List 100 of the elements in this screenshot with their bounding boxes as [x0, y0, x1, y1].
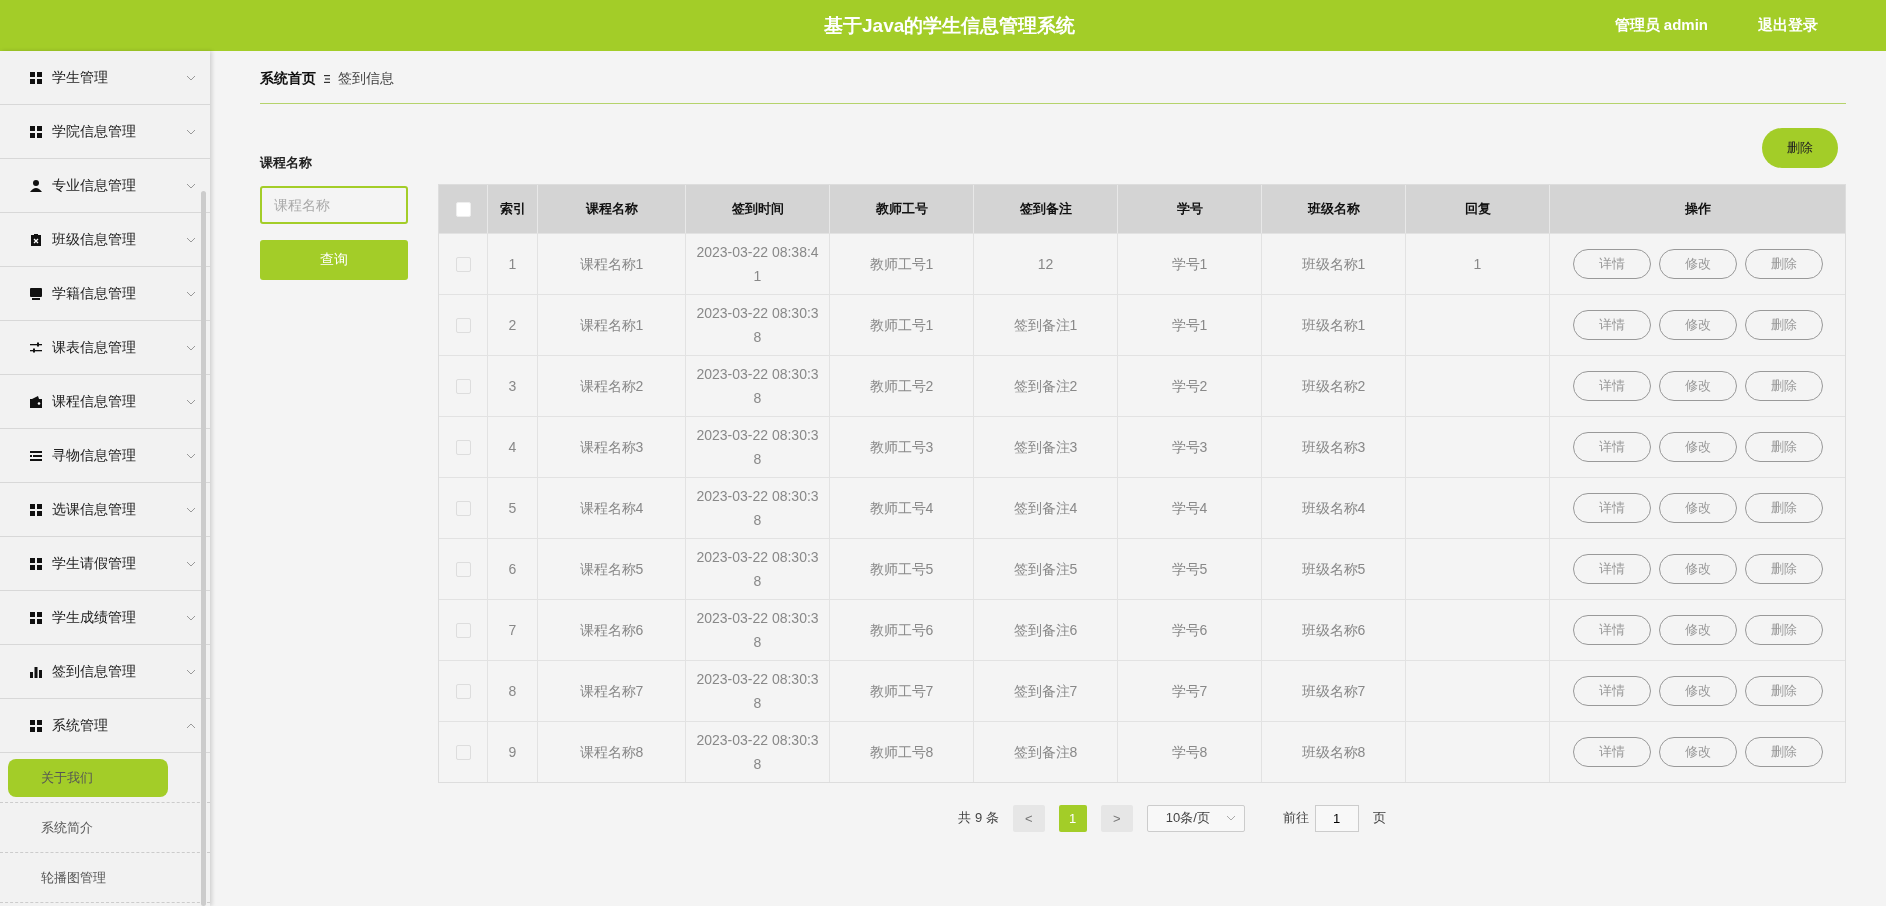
table-cell-text: 教师工号7 [869, 682, 934, 701]
row-action-button[interactable]: 详情 [1572, 554, 1651, 584]
person-icon [29, 178, 43, 193]
search-field[interactable]: 课程名称 [260, 186, 408, 224]
chevron-icon [186, 506, 196, 513]
submenu-item[interactable]: 轮播图管理 [8, 858, 168, 897]
table-cell-text: 班级名称2 [1301, 377, 1366, 396]
table-cell-text: 签到备注2 [1013, 377, 1078, 396]
table-cell-text: 2023-03-22 08:30:38 [696, 609, 819, 652]
row-action-button[interactable]: 删除 [1744, 554, 1823, 584]
table-cell-text: 2023-03-22 08:30:38 [696, 487, 819, 530]
row-action-button[interactable]: 修改 [1658, 493, 1737, 523]
wallet-icon [29, 394, 43, 409]
page-unit-label: 页 [1372, 809, 1386, 827]
row-action-button[interactable]: 详情 [1572, 432, 1651, 462]
row-action-button[interactable]: 修改 [1658, 737, 1737, 767]
row-action-button[interactable]: 详情 [1572, 676, 1651, 706]
column-header: 操作 [1684, 200, 1711, 218]
row-action-button[interactable]: 删除 [1744, 676, 1823, 706]
submenu-item[interactable]: 关于我们 [8, 758, 168, 797]
submenu-item[interactable]: 系统简介 [8, 808, 168, 847]
separator-icon [324, 74, 330, 84]
row-action-button[interactable]: 删除 [1744, 615, 1823, 645]
row-action-button[interactable]: 详情 [1572, 310, 1651, 340]
chevron-icon [186, 74, 196, 81]
row-action-button[interactable]: 修改 [1658, 371, 1737, 401]
page-size-select[interactable]: 10条/页 [1146, 804, 1245, 832]
page-input[interactable]: 1 [1314, 804, 1359, 832]
row-action-button[interactable]: 详情 [1572, 737, 1651, 767]
row-action-button[interactable]: 修改 [1658, 432, 1737, 462]
column-header: 签到备注 [1019, 200, 1072, 218]
column-header: 班级名称 [1307, 200, 1360, 218]
table-cell-text: 课程名称4 [579, 499, 644, 518]
grid-icon [29, 502, 43, 517]
row-action-button[interactable]: 详情 [1572, 371, 1651, 401]
sliders-icon [29, 340, 43, 355]
table-cell-text: 12 [1037, 255, 1054, 274]
chevron-icon [186, 290, 196, 297]
table-cell-text: 班级名称1 [1301, 255, 1366, 274]
table-cell-text: 课程名称2 [579, 377, 644, 396]
row-action-button[interactable]: 修改 [1658, 249, 1737, 279]
menu-item[interactable]: 学生管理 [0, 51, 210, 105]
search-button[interactable]: 查询 [260, 240, 408, 280]
table-cell-text: 教师工号1 [869, 316, 934, 335]
table-cell-text: 班级名称3 [1301, 438, 1366, 457]
row-action-button[interactable]: 详情 [1572, 493, 1651, 523]
row-action-button[interactable]: 修改 [1658, 676, 1737, 706]
breadcrumb-link[interactable]: 签到信息 [338, 70, 394, 88]
chevron-icon [186, 344, 196, 351]
next-page-button[interactable]: > [1100, 804, 1133, 832]
prev-page-button[interactable]: < [1012, 804, 1045, 832]
logout-link[interactable]: 退出登录 [1758, 16, 1818, 35]
chevron-icon [186, 452, 196, 459]
delete-button[interactable]: 删除 [1762, 128, 1838, 168]
column-header: 索引 [499, 200, 526, 218]
table-cell-text: 签到备注4 [1013, 499, 1078, 518]
table-cell-text: 课程名称5 [579, 560, 644, 579]
table-cell-text: 学号3 [1171, 438, 1208, 457]
column-header: 课程名称 [585, 200, 638, 218]
table-cell-text: 4 [508, 438, 517, 457]
table-cell-text: 签到备注7 [1013, 682, 1078, 701]
menu-item[interactable]: 学院信息管理 [0, 105, 210, 159]
breadcrumb-link[interactable]: 系统首页 [260, 70, 316, 88]
chevron-icon [186, 668, 196, 675]
table-cell-text: 2023-03-22 08:30:38 [696, 670, 819, 713]
table-cell-text: 1 [508, 255, 517, 274]
scroll-bar[interactable] [201, 191, 206, 906]
table-cell-text: 班级名称6 [1301, 621, 1366, 640]
row-action-button[interactable]: 详情 [1572, 615, 1651, 645]
row-action-button[interactable]: 删除 [1744, 493, 1823, 523]
table-cell-text: 班级名称8 [1301, 743, 1366, 762]
row-action-button[interactable]: 修改 [1658, 554, 1737, 584]
list-icon [29, 448, 43, 463]
table-cell-text: 班级名称7 [1301, 682, 1366, 701]
table-cell-text: 签到备注8 [1013, 743, 1078, 762]
table-cell-text: 教师工号6 [869, 621, 934, 640]
table-cell-text: 学号1 [1171, 255, 1208, 274]
table-cell-text: 教师工号2 [869, 377, 934, 396]
table-cell-text: 2 [508, 316, 517, 335]
bar-chart-icon [29, 664, 43, 679]
row-action-button[interactable]: 删除 [1744, 249, 1823, 279]
column-header: 回复 [1464, 200, 1491, 218]
row-action-button[interactable]: 删除 [1744, 737, 1823, 767]
row-action-button[interactable]: 删除 [1744, 310, 1823, 340]
row-action-button[interactable]: 修改 [1658, 310, 1737, 340]
chevron-icon [186, 182, 196, 189]
row-action-button[interactable]: 详情 [1572, 249, 1651, 279]
chevron-icon [186, 236, 196, 243]
grid-icon [29, 610, 43, 625]
select-all-checkbox[interactable] [455, 201, 471, 217]
monitor-icon [29, 286, 43, 301]
row-action-button[interactable]: 删除 [1744, 371, 1823, 401]
page-number[interactable]: 1 [1058, 804, 1087, 832]
row-action-button[interactable]: 删除 [1744, 432, 1823, 462]
table-cell-text: 2023-03-22 08:30:38 [696, 426, 819, 469]
table-cell-text: 8 [508, 682, 517, 701]
row-action-button[interactable]: 修改 [1658, 615, 1737, 645]
table-cell-text: 教师工号4 [869, 499, 934, 518]
grid-icon [29, 718, 43, 733]
chevron-icon [186, 722, 196, 729]
